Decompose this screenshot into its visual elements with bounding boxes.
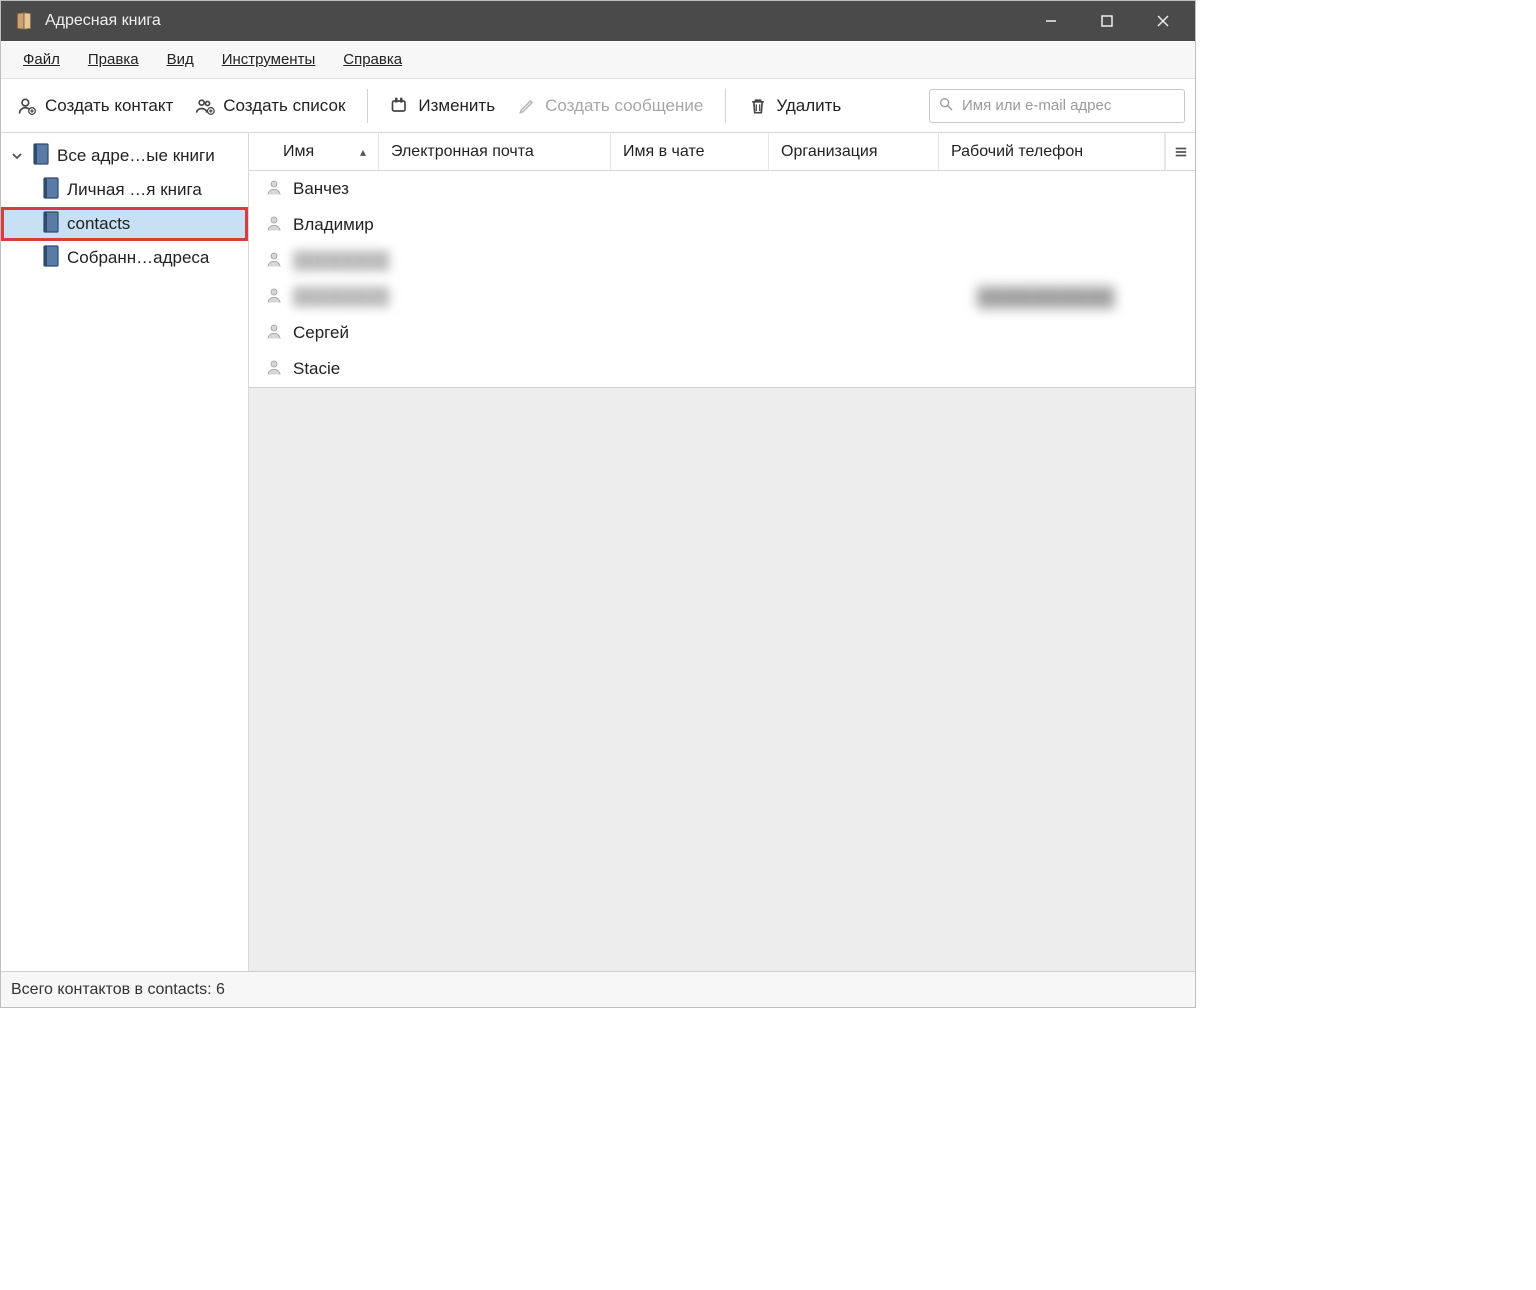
contact-row[interactable]: Ванчез [249,171,1195,207]
contact-name: ████████ [293,251,389,271]
toolbar-separator [725,89,726,123]
sidebar-item-label: Собранн…адреса [67,248,209,268]
sidebar-item-collected[interactable]: Собранн…адреса [1,241,248,275]
sidebar-item-label: contacts [67,214,130,234]
sidebar: Все адре…ые книги Личная …я книга contac… [1,133,249,971]
contact-row[interactable]: Владимир [249,207,1195,243]
new-contact-label: Создать контакт [45,96,173,116]
delete-button[interactable]: Удалить [742,92,847,120]
person-icon [265,322,283,345]
person-icon [265,178,283,201]
compose-button[interactable]: Создать сообщение [511,92,709,120]
column-email-label: Электронная почта [391,143,534,161]
app-icon [13,10,35,32]
minimize-button[interactable] [1023,1,1079,41]
column-name-label: Имя [283,143,314,161]
column-phone-label: Рабочий телефон [951,143,1083,161]
card-edit-icon [390,96,410,116]
chevron-down-icon[interactable] [9,148,25,164]
contact-row[interactable]: Stacie [249,351,1195,387]
column-work-phone[interactable]: Рабочий телефон [939,133,1165,170]
menu-tools[interactable]: Инструменты [208,47,330,72]
menu-help[interactable]: Справка [329,47,416,72]
menubar: Файл Правка Вид Инструменты Справка [1,41,1195,79]
contact-name: Владимир [293,215,374,235]
person-icon [265,286,283,309]
edit-button[interactable]: Изменить [384,92,501,120]
column-picker-button[interactable] [1165,133,1195,170]
book-icon [41,210,61,239]
contact-row[interactable]: ██████████████████ [249,279,1195,315]
new-contact-button[interactable]: Создать контакт [11,92,179,120]
book-icon [41,176,61,205]
sidebar-item-personal[interactable]: Личная …я книга [1,173,248,207]
status-text: Всего контактов в contacts: 6 [11,981,225,999]
book-icon [41,244,61,273]
person-icon [265,358,283,381]
toolbar: Создать контакт Создать список Изменить … [1,79,1195,133]
column-header-row: Имя ▴ Электронная почта Имя в чате Орган… [249,133,1195,171]
contact-name: Ванчез [293,179,349,199]
person-icon [265,214,283,237]
search-box[interactable] [929,89,1185,123]
menu-file[interactable]: Файл [9,47,74,72]
column-org-label: Организация [781,143,878,161]
edit-label: Изменить [418,96,495,116]
pencil-icon [517,96,537,116]
contact-name: ████████ [293,287,389,307]
statusbar: Всего контактов в contacts: 6 [1,971,1195,1007]
book-icon [31,142,51,171]
column-name[interactable]: Имя ▴ [249,133,379,170]
contact-row[interactable]: ████████ [249,243,1195,279]
titlebar: Адресная книга [1,1,1195,41]
contact-phone: ██████████ [977,287,1115,308]
maximize-button[interactable] [1079,1,1135,41]
close-button[interactable] [1135,1,1191,41]
column-chat-name[interactable]: Имя в чате [611,133,769,170]
people-plus-icon [195,96,215,116]
compose-label: Создать сообщение [545,96,703,116]
sidebar-item-label: Личная …я книга [67,180,202,200]
content-area: Имя ▴ Электронная почта Имя в чате Орган… [249,133,1195,971]
contact-row[interactable]: Сергей [249,315,1195,351]
search-icon [938,96,954,116]
new-list-button[interactable]: Создать список [189,92,351,120]
detail-pane [249,387,1195,971]
menu-edit[interactable]: Правка [74,47,153,72]
menu-view[interactable]: Вид [153,47,208,72]
toolbar-separator [367,89,368,123]
tree-root-label: Все адре…ые книги [57,146,215,166]
main-area: Все адре…ые книги Личная …я книга contac… [1,133,1195,971]
search-input[interactable] [962,97,1176,114]
window-title: Адресная книга [45,12,161,30]
sidebar-item-contacts[interactable]: contacts [1,207,248,241]
contact-name: Stacie [293,359,340,379]
column-email[interactable]: Электронная почта [379,133,611,170]
sort-asc-icon: ▴ [360,145,366,159]
column-chat-label: Имя в чате [623,143,704,161]
person-icon [265,250,283,273]
new-list-label: Создать список [223,96,345,116]
tree-root[interactable]: Все адре…ые книги [1,139,248,173]
delete-label: Удалить [776,96,841,116]
contact-list: ВанчезВладимир██████████████████████████… [249,171,1195,387]
contact-name: Сергей [293,323,349,343]
column-organization[interactable]: Организация [769,133,939,170]
trash-icon [748,96,768,116]
person-plus-icon [17,96,37,116]
